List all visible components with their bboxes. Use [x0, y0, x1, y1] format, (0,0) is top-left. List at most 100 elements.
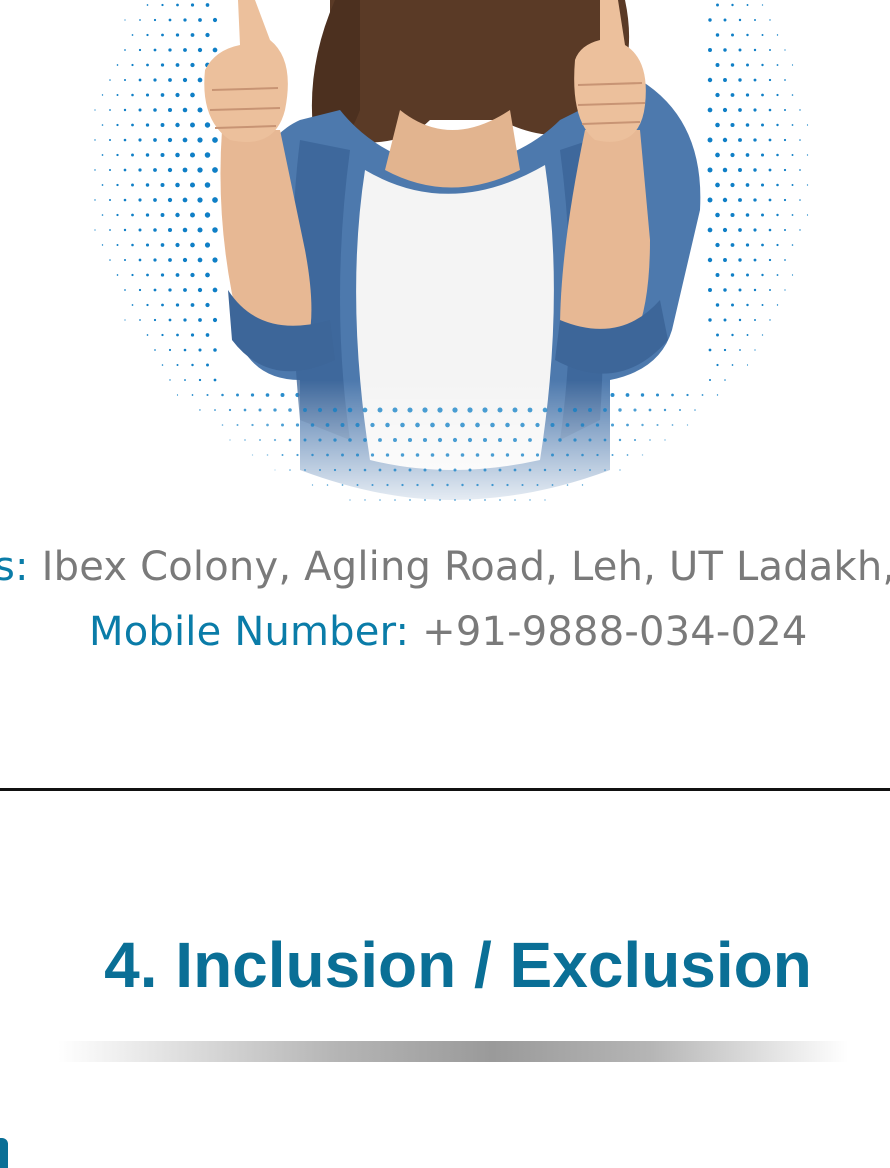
halftone-dot: [490, 453, 495, 457]
halftone-dot: [94, 169, 96, 171]
halftone-dot: [505, 453, 510, 457]
halftone-dot: [131, 34, 134, 36]
halftone-dot: [167, 227, 173, 233]
halftone-dot: [161, 33, 164, 37]
halftone-dot: [153, 228, 157, 232]
halftone-dot: [460, 422, 465, 428]
halftone-dot: [197, 77, 203, 83]
halftone-dot: [784, 79, 786, 81]
halftone-dot: [430, 422, 435, 428]
halftone-dot: [708, 288, 712, 292]
halftone-dot: [715, 92, 720, 98]
halftone-dot: [753, 258, 757, 262]
halftone-dot: [363, 468, 367, 472]
halftone-dot: [160, 273, 165, 277]
halftone-dot: [295, 423, 300, 427]
halftone-dot: [175, 63, 180, 67]
halftone-dot: [723, 318, 727, 322]
halftone-dot: [452, 407, 458, 413]
halftone-dot: [167, 197, 173, 203]
halftone-dot: [707, 137, 713, 143]
halftone-dot: [378, 438, 382, 442]
halftone-dot: [289, 469, 291, 471]
halftone-dot: [124, 49, 126, 51]
halftone-dot: [791, 64, 794, 66]
section-title: 4. Inclusion / Exclusion: [104, 929, 812, 1001]
halftone-dot: [738, 198, 742, 202]
halftone-dot: [415, 422, 420, 428]
halftone-dot: [551, 453, 554, 457]
halftone-dot: [167, 107, 173, 113]
halftone-dot: [176, 3, 179, 7]
halftone-dot: [783, 168, 787, 172]
halftone-dot: [175, 242, 180, 248]
halftone-dot: [182, 197, 188, 203]
halftone-dot: [589, 469, 591, 471]
halftone-dot: [431, 483, 434, 487]
halftone-dot: [761, 34, 764, 36]
halftone-dot: [738, 108, 742, 112]
halftone-dot: [768, 108, 772, 112]
halftone-dot: [746, 303, 749, 307]
halftone-dot: [175, 33, 180, 37]
halftone-dot: [527, 407, 533, 413]
halftone-dot: [753, 108, 757, 112]
halftone-dot: [304, 469, 306, 471]
halftone-dot: [204, 152, 211, 158]
halftone-dot: [190, 333, 195, 337]
halftone-dot: [326, 453, 329, 457]
halftone-dot: [145, 213, 150, 217]
halftone-dot: [783, 138, 787, 142]
halftone-dot: [160, 183, 165, 187]
halftone-dot: [776, 34, 779, 36]
halftone-dot: [190, 242, 195, 248]
halftone-dot: [707, 227, 713, 233]
halftone-dot: [498, 468, 502, 472]
halftone-dot: [197, 287, 203, 293]
halftone-dot: [153, 108, 157, 112]
halftone-dot: [198, 348, 202, 352]
halftone-dot: [738, 138, 742, 142]
halftone-dot: [212, 257, 218, 263]
halftone-dot: [94, 229, 96, 231]
halftone-dot: [409, 499, 411, 501]
halftone-dot: [776, 153, 779, 157]
halftone-dot: [94, 109, 96, 111]
halftone-dot: [139, 19, 141, 21]
halftone-dot: [333, 438, 337, 442]
halftone-dot: [753, 168, 757, 172]
halftone-dot: [161, 3, 164, 7]
halftone-dot: [768, 228, 772, 232]
halftone-dot: [603, 408, 607, 412]
halftone-dot: [401, 483, 404, 487]
halftone-dot: [303, 438, 307, 442]
halftone-dot: [317, 407, 323, 413]
halftone-dot: [746, 273, 749, 277]
halftone-dot: [385, 422, 390, 428]
halftone-dot: [212, 317, 218, 323]
halftone-dot: [610, 423, 615, 427]
halftone-dot: [168, 258, 172, 262]
halftone-dot: [626, 423, 629, 427]
halftone-dot: [542, 407, 548, 413]
halftone-dot: [326, 484, 329, 486]
halftone-dot: [204, 212, 211, 218]
halftone-dot: [311, 453, 314, 457]
halftone-dot: [167, 167, 173, 173]
halftone-dot: [212, 137, 218, 143]
halftone-dot: [768, 138, 772, 142]
halftone-dot: [753, 138, 757, 142]
halftone-dot: [482, 437, 488, 443]
halftone-dot: [722, 197, 728, 203]
halftone-dot: [618, 438, 622, 442]
halftone-dot: [784, 49, 786, 51]
halftone-dot: [753, 78, 757, 82]
halftone-dot: [566, 453, 569, 457]
halftone-dot: [715, 152, 720, 158]
halftone-dot: [153, 18, 157, 22]
mobile-value[interactable]: +91-9888-034-024: [422, 609, 807, 655]
halftone-dot: [168, 18, 172, 22]
halftone-dot: [109, 79, 111, 81]
halftone-dot: [131, 273, 134, 277]
halftone-dot: [296, 453, 299, 457]
